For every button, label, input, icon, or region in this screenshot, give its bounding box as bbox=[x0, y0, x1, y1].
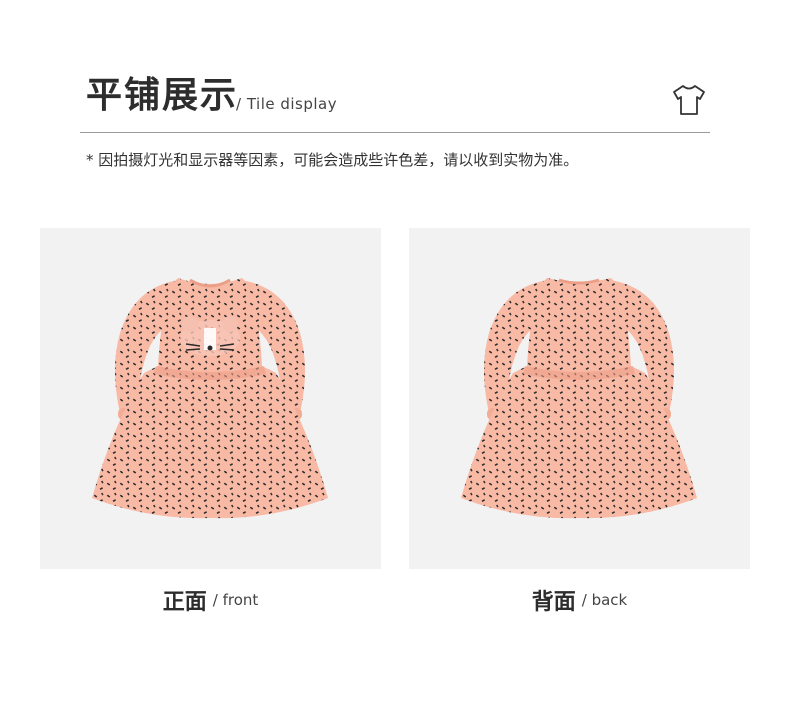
front-caption-zh: 正面 bbox=[162, 590, 207, 615]
dress-back-image bbox=[461, 278, 697, 519]
page-title: 平铺展示 bbox=[86, 75, 239, 116]
back-caption-en: / back bbox=[581, 591, 628, 609]
back-caption: 背面 / back bbox=[409, 584, 750, 616]
tshirt-icon bbox=[673, 85, 705, 115]
back-caption-zh: 背面 bbox=[531, 590, 576, 615]
back-photo-panel bbox=[409, 228, 750, 569]
color-disclaimer: * 因拍摄灯光和显示器等因素，可能会造成些许色差，请以收到实物为准。 bbox=[86, 151, 579, 169]
front-caption: 正面 / front bbox=[40, 584, 381, 616]
front-caption-en: / front bbox=[212, 591, 259, 609]
dress-front-image bbox=[92, 278, 328, 519]
page-subtitle: / Tile display bbox=[236, 95, 338, 113]
header-divider bbox=[80, 132, 710, 133]
front-photo-panel bbox=[40, 228, 381, 569]
